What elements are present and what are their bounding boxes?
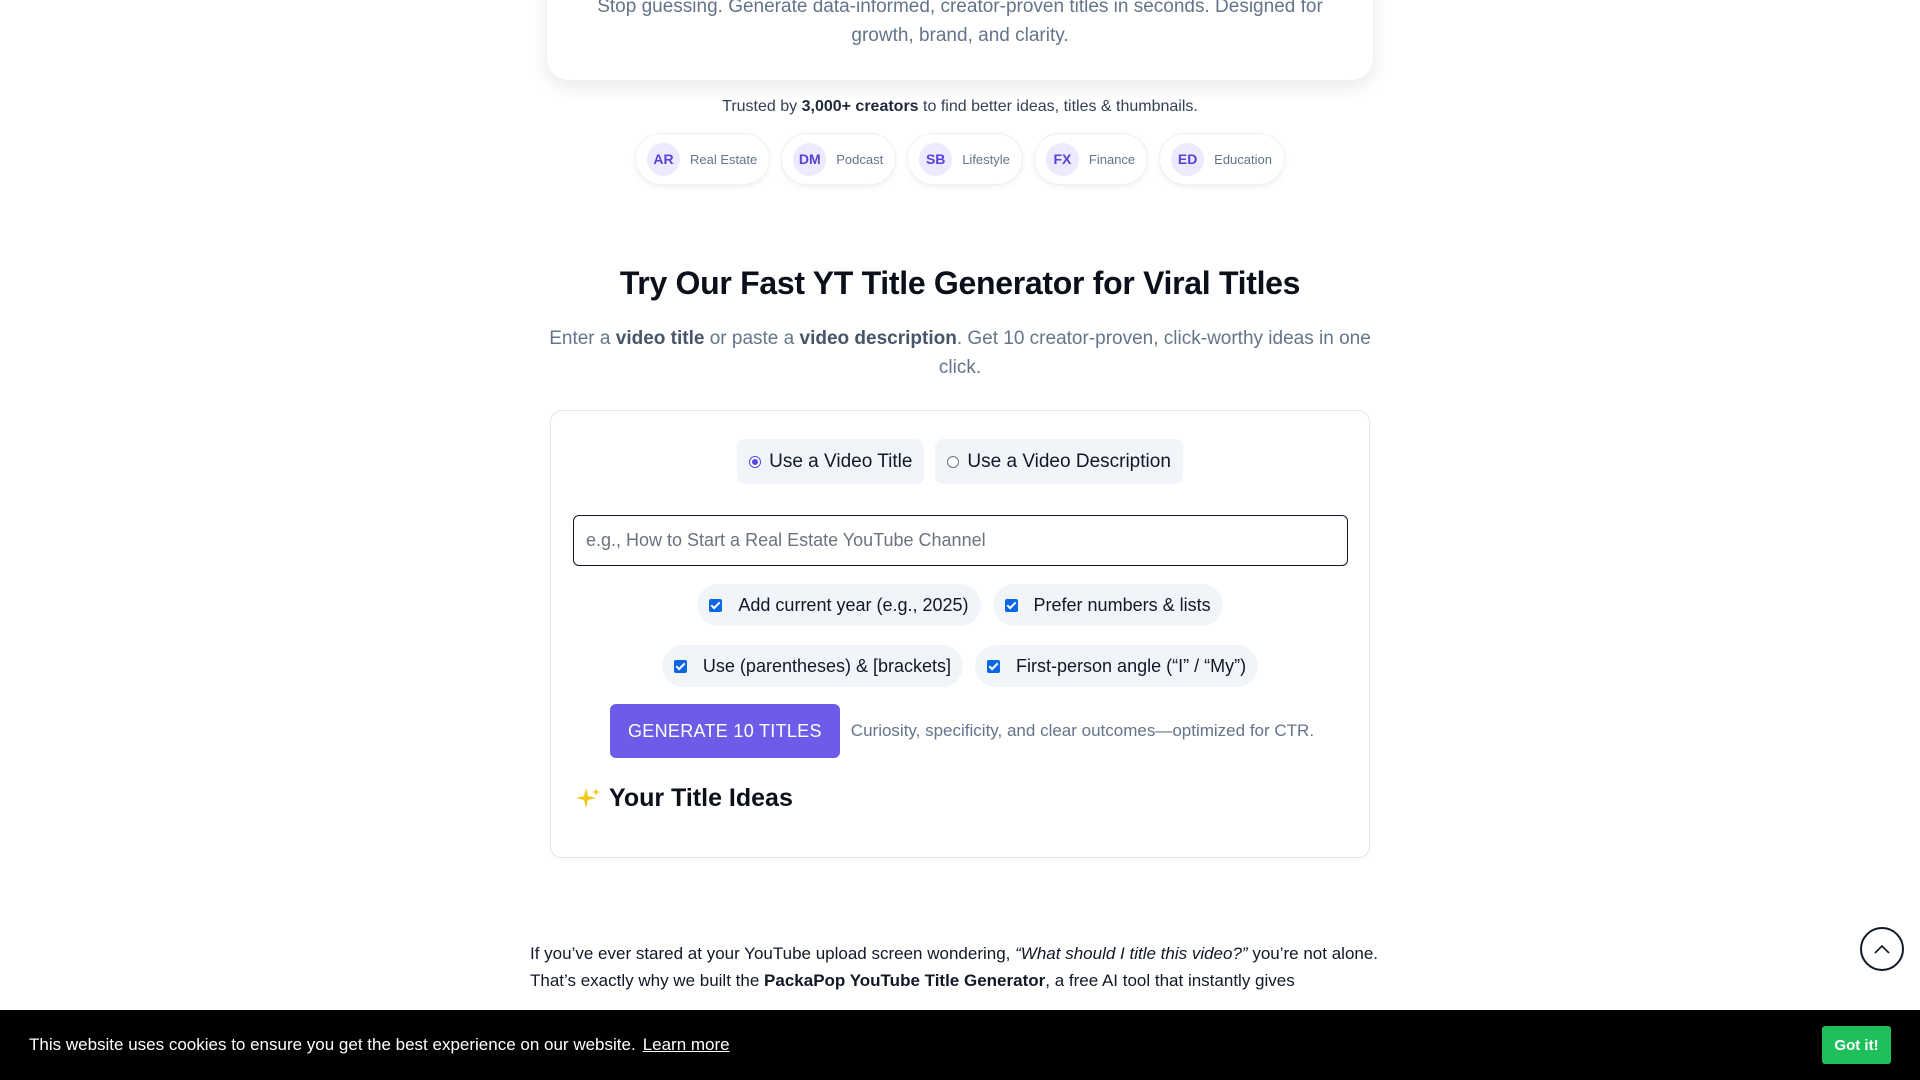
title-ideas-heading: Your Title Ideas xyxy=(609,784,793,812)
generate-button[interactable]: GENERATE 10 TITLES xyxy=(610,704,840,758)
mode-video-description[interactable]: Use a Video Description xyxy=(935,439,1183,484)
checkbox-checked[interactable] xyxy=(987,659,1001,673)
creator-chip-podcast: DM Podcast xyxy=(781,133,897,185)
article-text: , a free AI tool that instantly gives xyxy=(1045,971,1295,990)
desc-bold-2: video description xyxy=(799,328,957,349)
generator-card: Use a Video Title Use a Video Descriptio… xyxy=(550,410,1370,858)
avatar: DM xyxy=(793,142,827,176)
learn-more-link[interactable]: Learn more xyxy=(643,1035,730,1055)
option-first-person[interactable]: First-person angle (“I” / “My”) xyxy=(975,645,1259,687)
article-text: That’s exactly why we built the xyxy=(530,971,760,990)
creator-niche: Podcast xyxy=(836,151,884,167)
creator-chip-finance: FX Finance xyxy=(1033,133,1149,185)
checkbox-checked[interactable] xyxy=(673,659,687,673)
option-brackets[interactable]: Use (parentheses) & [brackets] xyxy=(661,645,964,687)
trusted-count: 3,000+ creators xyxy=(801,98,919,115)
article-text: you’re not alone. xyxy=(1252,944,1379,963)
trusted-line: Trusted by 3,000+ creators to find bette… xyxy=(0,98,1920,116)
desc-text-2: or paste a xyxy=(709,328,795,349)
hero-subtitle: Stop guessing. Generate data-informed, c… xyxy=(597,0,1323,46)
mode-video-title[interactable]: Use a Video Title xyxy=(737,439,925,484)
cookie-banner: This website uses cookies to ensure you … xyxy=(0,1010,1920,1080)
generate-note: Curiosity, specificity, and clear outcom… xyxy=(850,721,1315,740)
creator-niche: Real Estate xyxy=(690,151,758,167)
title-ideas-header: Your Title Ideas xyxy=(575,784,793,813)
creator-niche: Lifestyle xyxy=(962,151,1010,167)
creator-chip-education: ED Education xyxy=(1159,133,1285,185)
article-quote: “What should I title this video?” xyxy=(1015,944,1248,963)
article-paragraph-2: That’s exactly why we built the PackaPop… xyxy=(530,967,1380,994)
creator-niche: Education xyxy=(1214,151,1272,167)
checkbox-checked[interactable] xyxy=(1004,598,1018,612)
option-add-year[interactable]: Add current year (e.g., 2025) xyxy=(697,584,981,626)
chevron-up-icon xyxy=(1874,944,1890,954)
cookie-message: This website uses cookies to ensure you … xyxy=(29,1035,636,1054)
creator-chips: AR Real Estate DM Podcast SB Lifestyle F… xyxy=(0,133,1920,185)
desc-bold-1: video title xyxy=(615,328,705,349)
checkbox-checked[interactable] xyxy=(709,598,723,612)
options-row-2: Use (parentheses) & [brackets] First-per… xyxy=(551,645,1369,687)
creator-chip-real-estate: AR Real Estate xyxy=(635,133,771,185)
creator-niche: Finance xyxy=(1088,151,1136,167)
option-label: First-person angle (“I” / “My”) xyxy=(1016,655,1247,676)
options-row-1: Add current year (e.g., 2025) Prefer num… xyxy=(551,584,1369,626)
avatar: ED xyxy=(1171,142,1205,176)
option-numbers-lists[interactable]: Prefer numbers & lists xyxy=(992,584,1223,626)
avatar: AR xyxy=(647,142,681,176)
video-title-input[interactable] xyxy=(573,515,1348,566)
mode-description-label: Use a Video Description xyxy=(967,450,1171,472)
mode-selector: Use a Video Title Use a Video Descriptio… xyxy=(551,439,1369,484)
generate-row: GENERATE 10 TITLES Curiosity, specificit… xyxy=(610,704,1314,758)
article-intro: If you’ve ever stared at your YouTube up… xyxy=(530,940,1380,994)
desc-text-3: . Get 10 creator-proven, click-worthy id… xyxy=(938,328,1371,378)
hero-card: Stop guessing. Generate data-informed, c… xyxy=(547,0,1373,80)
sparkles-icon xyxy=(576,787,600,808)
radio-selected[interactable] xyxy=(749,455,762,468)
article-paragraph-1: If you’ve ever stared at your YouTube up… xyxy=(530,940,1380,967)
creator-chip-lifestyle: SB Lifestyle xyxy=(907,133,1023,185)
article-text: If you’ve ever stared at your YouTube up… xyxy=(530,944,1011,963)
cookie-accept-button[interactable]: Got it! xyxy=(1822,1026,1891,1064)
scroll-to-top-button[interactable] xyxy=(1860,927,1904,971)
option-label: Add current year (e.g., 2025) xyxy=(738,594,969,615)
option-label: Use (parentheses) & [brackets] xyxy=(702,655,952,676)
mode-title-label: Use a Video Title xyxy=(769,450,913,472)
avatar: SB xyxy=(919,142,953,176)
desc-text-1: Enter a xyxy=(549,328,611,349)
option-label: Prefer numbers & lists xyxy=(1033,594,1211,615)
generator-heading: Try Our Fast YT Title Generator for Vira… xyxy=(619,265,1301,301)
avatar: FX xyxy=(1045,142,1079,176)
generator-description: Enter a video title or paste a video des… xyxy=(547,324,1373,382)
trusted-suffix: to find better ideas, titles & thumbnail… xyxy=(923,98,1198,115)
article-product-name: PackaPop YouTube Title Generator xyxy=(764,971,1046,990)
trusted-prefix: Trusted by xyxy=(722,98,798,115)
radio-unselected[interactable] xyxy=(947,455,960,468)
